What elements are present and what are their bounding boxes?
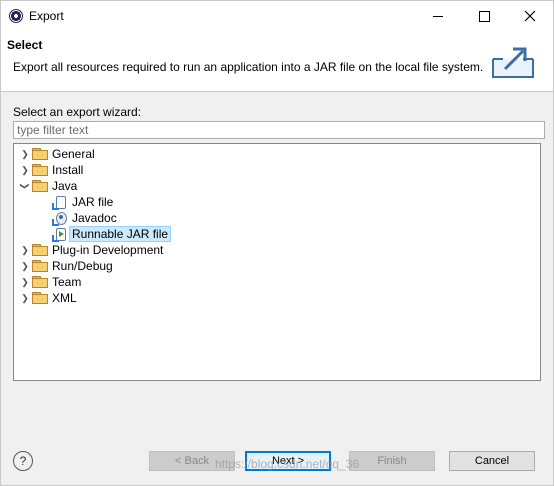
tree-item-xml[interactable]: ❯ XML xyxy=(18,290,77,306)
export-dialog: Export Select Export all resources requi… xyxy=(0,0,554,486)
chevron-down-icon[interactable]: ❯ xyxy=(17,179,33,193)
jar-file-icon xyxy=(52,195,68,210)
page-title: Select xyxy=(7,38,43,52)
back-button[interactable]: < Back xyxy=(149,451,235,471)
tree-item-label: Run/Debug xyxy=(52,259,113,273)
tree-item-label: JAR file xyxy=(72,195,114,209)
title-bar: Export xyxy=(1,1,553,31)
tree-item-label: General xyxy=(52,147,95,161)
folder-icon xyxy=(32,260,48,272)
page-description: Export all resources required to run an … xyxy=(13,60,484,74)
folder-icon xyxy=(32,148,48,160)
tree-item-general[interactable]: ❯ General xyxy=(18,146,95,162)
export-graphic-icon xyxy=(492,47,534,78)
tree-item-label: Team xyxy=(52,275,82,289)
tree-item-jar-file[interactable]: JAR file xyxy=(52,194,113,210)
eclipse-icon xyxy=(9,9,23,23)
folder-icon xyxy=(32,292,48,304)
filter-input[interactable] xyxy=(13,121,545,139)
wizard-header: Select Export all resources required to … xyxy=(1,31,553,92)
close-button[interactable] xyxy=(507,1,553,31)
runnable-jar-icon xyxy=(52,227,68,242)
tree-item-install[interactable]: ❯ Install xyxy=(18,162,83,178)
tree-item-label: Plug-in Development xyxy=(52,243,164,257)
cancel-button[interactable]: Cancel xyxy=(449,451,535,471)
tree-item-label: Install xyxy=(52,163,84,177)
minimize-icon xyxy=(433,15,443,17)
folder-icon xyxy=(32,244,48,256)
maximize-button[interactable] xyxy=(461,1,507,31)
chevron-right-icon[interactable]: ❯ xyxy=(18,258,32,274)
tree-item-javadoc[interactable]: Javadoc xyxy=(52,210,117,226)
close-icon xyxy=(524,10,536,22)
chevron-right-icon[interactable]: ❯ xyxy=(18,290,32,306)
chevron-right-icon[interactable]: ❯ xyxy=(18,162,32,178)
tree-item-java[interactable]: ❯ Java xyxy=(17,178,78,194)
window-title: Export xyxy=(29,9,64,23)
javadoc-icon xyxy=(52,211,68,226)
tree-item-team[interactable]: ❯ Team xyxy=(18,274,81,290)
tree-item-label: Java xyxy=(52,179,78,193)
minimize-button[interactable] xyxy=(415,1,461,31)
wizard-tree[interactable]: ❯ General ❯ Install ❯ Java JAR file Java… xyxy=(13,143,541,381)
folder-icon xyxy=(32,276,48,288)
tree-item-label: XML xyxy=(52,291,77,305)
finish-button[interactable]: Finish xyxy=(349,451,435,471)
question-mark-icon: ? xyxy=(19,454,27,468)
tree-item-label: Runnable JAR file xyxy=(69,226,172,242)
tree-item-run-debug[interactable]: ❯ Run/Debug xyxy=(18,258,113,274)
chevron-right-icon[interactable]: ❯ xyxy=(18,242,32,258)
next-button[interactable]: Next > xyxy=(245,451,331,471)
help-button[interactable]: ? xyxy=(13,451,33,471)
tree-item-plugin-development[interactable]: ❯ Plug-in Development xyxy=(18,242,163,258)
chevron-right-icon[interactable]: ❯ xyxy=(18,146,32,162)
tree-item-label: Javadoc xyxy=(72,211,117,225)
export-wizard-label: Select an export wizard: xyxy=(13,105,142,119)
folder-icon xyxy=(32,180,48,192)
tree-item-runnable-jar-file[interactable]: Runnable JAR file xyxy=(52,226,172,242)
maximize-icon xyxy=(478,10,490,22)
folder-icon xyxy=(32,164,48,176)
chevron-right-icon[interactable]: ❯ xyxy=(18,274,32,290)
